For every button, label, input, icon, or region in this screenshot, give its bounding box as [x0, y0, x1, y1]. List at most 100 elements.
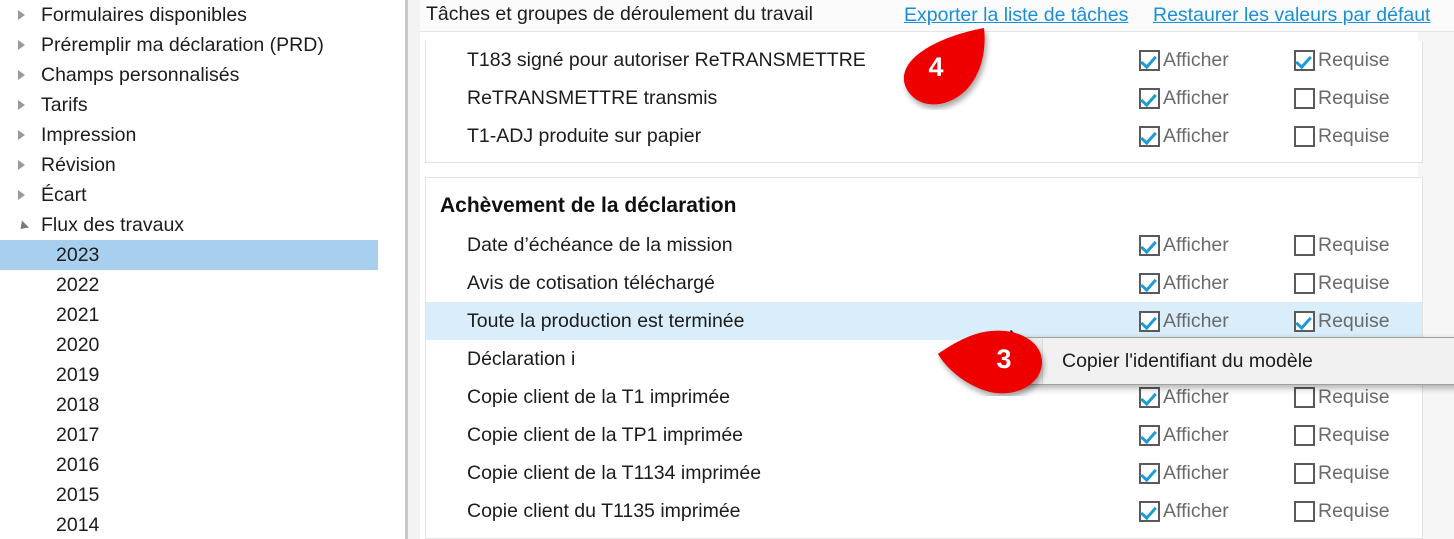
show-checkbox-group[interactable]: Afficher [1139, 87, 1229, 110]
chevron-right-icon[interactable] [18, 180, 36, 210]
show-checkbox[interactable] [1139, 87, 1160, 109]
sidebar-item-year-2015[interactable]: 2015 [0, 480, 400, 510]
tree-node[interactable]: Flux des travaux [0, 210, 400, 240]
year-label: 2016 [56, 453, 100, 476]
chevron-right-icon[interactable] [18, 60, 36, 90]
required-checkbox-group[interactable]: Requise [1294, 310, 1390, 333]
show-checkbox-group[interactable]: Afficher [1139, 272, 1229, 295]
required-checkbox[interactable] [1294, 462, 1315, 484]
task-row[interactable]: Avis de cotisation téléchargé Afficher Req… [426, 264, 1422, 302]
tree-node[interactable]: Impression [0, 120, 400, 150]
tree-node[interactable]: Préremplir ma déclaration (PRD) [0, 30, 400, 60]
show-checkbox[interactable] [1139, 424, 1160, 446]
triangle-glyph [16, 219, 30, 233]
required-checkbox[interactable] [1294, 49, 1315, 71]
show-checkbox-group[interactable]: Afficher [1139, 500, 1229, 523]
show-checkbox-group[interactable]: Afficher [1139, 234, 1229, 257]
task-row[interactable]: Copie client du T1135 imprimée Afficher Re… [426, 492, 1422, 530]
page-title: Tâches et groupes de déroulement du trav… [426, 3, 813, 25]
task-label: Avis de cotisation téléchargé [467, 271, 715, 294]
triangle-glyph [18, 10, 25, 20]
required-checkbox-group[interactable]: Requise [1294, 49, 1390, 72]
task-row[interactable]: Copie client de la T1134 imprimée Affiche… [426, 454, 1422, 492]
workflow-year-list: 2023 2022 2021 2020 2019 2018 2017 2016 2015 2014 [0, 240, 400, 539]
required-checkbox-group[interactable]: Requise [1294, 272, 1390, 295]
required-checkbox-group[interactable]: Requise [1294, 500, 1390, 523]
show-checkbox[interactable] [1139, 386, 1160, 408]
required-checkbox-group[interactable]: Requise [1294, 386, 1390, 409]
task-label: Copie client de la TP1 imprimée [467, 423, 744, 446]
chevron-right-icon[interactable] [18, 150, 36, 180]
show-checkbox[interactable] [1139, 500, 1160, 522]
required-checkbox[interactable] [1294, 125, 1315, 147]
sidebar-item-year-2020[interactable]: 2020 [0, 330, 400, 360]
task-label: Copie client du T1135 imprimée [467, 499, 741, 522]
task-label: Copie client de la T1134 imprimée [467, 461, 762, 484]
required-checkbox[interactable] [1294, 310, 1315, 332]
tree-node-label: Écart [41, 183, 87, 206]
task-row[interactable]: T1-ADJ produite sur papier Afficher Requis… [426, 117, 1422, 155]
required-checkbox[interactable] [1294, 424, 1315, 446]
task-row[interactable]: Date d’échéance de la mission Afficher Req… [426, 226, 1422, 264]
sidebar-item-year-2021[interactable]: 2021 [0, 300, 400, 330]
required-checkbox-group[interactable]: Requise [1294, 462, 1390, 485]
year-label: 2018 [56, 393, 100, 416]
sidebar-item-year-2018[interactable]: 2018 [0, 390, 400, 420]
sidebar-item-year-2023[interactable]: 2023 [0, 240, 378, 270]
tree-node[interactable]: Champs personnalisés [0, 60, 400, 90]
sidebar-item-year-2014[interactable]: 2014 [0, 510, 400, 539]
required-checkbox-label: Requise [1318, 499, 1390, 522]
tree-node-label: Impression [41, 123, 137, 146]
sidebar-item-year-2017[interactable]: 2017 [0, 420, 400, 450]
show-checkbox-group[interactable]: Afficher [1139, 424, 1229, 447]
show-checkbox-group[interactable]: Afficher [1139, 462, 1229, 485]
required-checkbox-group[interactable]: Requise [1294, 424, 1390, 447]
sidebar-item-year-2016[interactable]: 2016 [0, 450, 400, 480]
content-scrollbar[interactable] [1418, 32, 1454, 539]
required-checkbox-group[interactable]: Requise [1294, 234, 1390, 257]
chevron-right-icon[interactable] [18, 0, 36, 30]
year-label: 2015 [56, 483, 100, 506]
show-checkbox[interactable] [1139, 310, 1160, 332]
required-checkbox-group[interactable]: Requise [1294, 125, 1390, 148]
show-checkbox[interactable] [1139, 49, 1160, 71]
show-checkbox[interactable] [1139, 272, 1160, 294]
required-checkbox[interactable] [1294, 272, 1315, 294]
tree-node[interactable]: Révision [0, 150, 400, 180]
show-checkbox[interactable] [1139, 234, 1160, 256]
required-checkbox[interactable] [1294, 386, 1315, 408]
tree-node[interactable]: Formulaires disponibles [0, 0, 400, 30]
show-checkbox[interactable] [1139, 462, 1160, 484]
context-menu-item-copy-template-id[interactable]: Copier l'identifiant du modèle [997, 338, 1454, 384]
tree-node[interactable]: Tarifs [0, 90, 400, 120]
chevron-right-icon[interactable] [18, 120, 36, 150]
chevron-down-icon[interactable] [16, 210, 36, 240]
tree-node-label: Tarifs [41, 93, 88, 116]
chevron-right-icon[interactable] [18, 90, 36, 120]
show-checkbox-group[interactable]: Afficher [1139, 386, 1229, 409]
task-row[interactable]: Copie client de la TP1 imprimée Afficher R… [426, 416, 1422, 454]
show-checkbox-group[interactable]: Afficher [1139, 125, 1229, 148]
show-checkbox[interactable] [1139, 125, 1160, 147]
restore-defaults-link[interactable]: Restaurer les valeurs par défaut [1153, 4, 1430, 27]
tree-node-label: Formulaires disponibles [41, 3, 247, 26]
panel-splitter[interactable] [405, 0, 408, 539]
tree-node-label: Préremplir ma déclaration (PRD) [41, 33, 324, 56]
year-label: 2023 [56, 243, 100, 266]
chevron-right-icon[interactable] [18, 30, 36, 60]
show-checkbox-group[interactable]: Afficher [1139, 310, 1229, 333]
required-checkbox[interactable] [1294, 87, 1315, 109]
sidebar-item-year-2019[interactable]: 2019 [0, 360, 400, 390]
required-checkbox-group[interactable]: Requise [1294, 87, 1390, 110]
required-checkbox-label: Requise [1318, 48, 1390, 71]
task-label: ReTRANSMETTRE transmis [467, 86, 718, 109]
show-checkbox-label: Afficher [1163, 233, 1229, 256]
sidebar-item-year-2022[interactable]: 2022 [0, 270, 400, 300]
show-checkbox-group[interactable]: Afficher [1139, 49, 1229, 72]
show-checkbox-label: Afficher [1163, 271, 1229, 294]
required-checkbox-label: Requise [1318, 124, 1390, 147]
tree-node[interactable]: Écart [0, 180, 400, 210]
task-row[interactable]: Toute la production est terminée Afficher… [426, 302, 1422, 340]
required-checkbox[interactable] [1294, 234, 1315, 256]
required-checkbox[interactable] [1294, 500, 1315, 522]
